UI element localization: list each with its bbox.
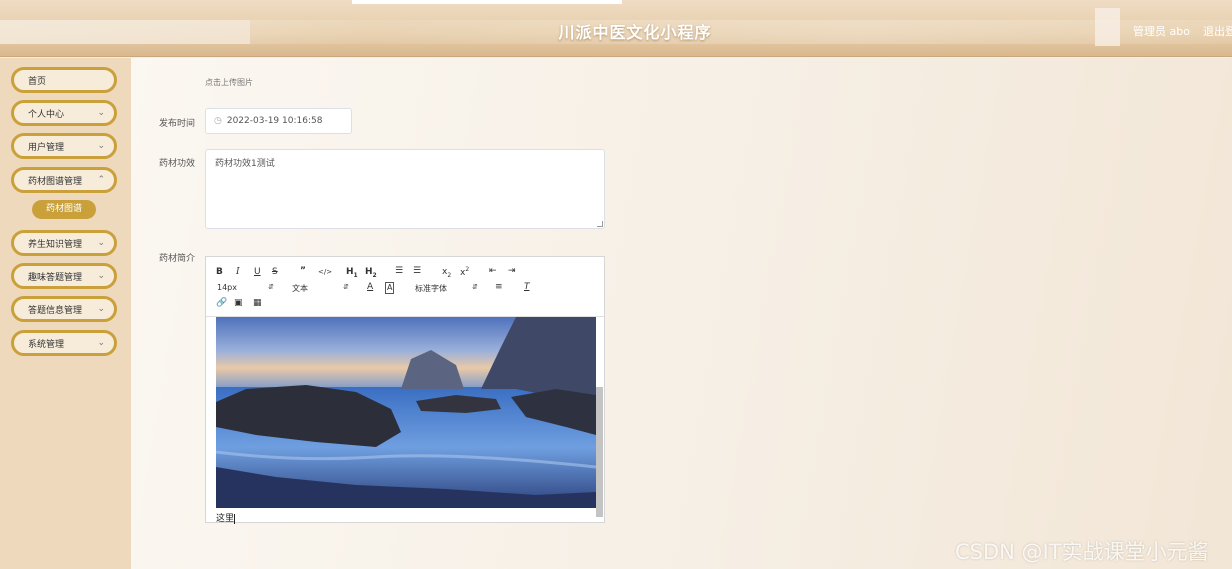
chevron-down-icon: ⌄: [97, 141, 105, 151]
efficacy-textarea[interactable]: 药材功效1测试: [205, 149, 605, 229]
text-caret: [234, 513, 236, 524]
sidebar-subitem-herb-atlas[interactable]: 药材图谱: [32, 200, 96, 219]
select-arrows-icon: ⇵: [268, 283, 274, 291]
sidebar-item-answer-info[interactable]: 答题信息管理 ⌄: [11, 296, 117, 322]
chevron-down-icon: ⌄: [97, 338, 105, 348]
image-icon[interactable]: ▣: [234, 298, 243, 308]
sidebar-item-system[interactable]: 系统管理 ⌄: [11, 330, 117, 356]
app-title: 川派中医文化小程序: [558, 23, 712, 42]
bullet-list-icon[interactable]: ☰: [413, 266, 421, 276]
upload-image-hint[interactable]: 点击上传图片: [205, 77, 253, 88]
sidebar-item-user-management[interactable]: 用户管理 ⌄: [11, 133, 117, 159]
underline-icon[interactable]: U: [254, 267, 261, 277]
intro-label: 药材简介: [159, 254, 196, 264]
font-family-select[interactable]: 标准字体 ⇵: [415, 283, 478, 294]
indent-icon[interactable]: ⇥: [508, 266, 516, 276]
logout-link[interactable]: 退出登: [1203, 23, 1232, 39]
sidebar-item-personal-center[interactable]: 个人中心 ⌄: [11, 100, 117, 126]
align-left-icon[interactable]: ≡: [495, 282, 503, 292]
bold-icon[interactable]: B: [216, 267, 223, 277]
background-color-icon[interactable]: A: [385, 282, 395, 294]
clear-format-icon[interactable]: T: [524, 282, 530, 292]
header-decoration-left: [0, 20, 250, 44]
sidebar-item-herb-atlas-management[interactable]: 药材图谱管理 ⌃: [11, 167, 117, 193]
select-arrows-icon: ⇵: [343, 283, 349, 291]
sidebar-item-health-knowledge[interactable]: 养生知识管理 ⌄: [11, 230, 117, 256]
clock-icon: ◷: [214, 116, 222, 126]
publish-time-input[interactable]: ◷ 2022-03-19 10:16:58: [205, 108, 352, 134]
font-size-select[interactable]: 14px ⇵: [217, 283, 274, 292]
blockquote-icon[interactable]: ”: [300, 266, 306, 276]
code-block-icon[interactable]: </>: [318, 267, 332, 277]
header-decoration-right: [1095, 8, 1120, 46]
editor-content-text[interactable]: 这里: [216, 511, 236, 524]
sidebar-item-label: 个人中心: [28, 109, 65, 120]
sidebar-item-label: 药材图谱管理: [28, 176, 83, 187]
sidebar-item-label: 养生知识管理: [28, 239, 83, 250]
sidebar-item-home[interactable]: 首页: [11, 67, 117, 93]
efficacy-label: 药材功效: [159, 159, 196, 169]
sidebar-item-label: 答题信息管理: [28, 305, 83, 316]
rich-text-editor[interactable]: B I U S ” </> H1 H2 ☰ ☰ x2 x2 ⇤ ⇥ 14px ⇵…: [205, 256, 605, 524]
chevron-down-icon: ⌄: [97, 304, 105, 314]
sidebar-item-label: 趣味答题管理: [28, 272, 83, 283]
ordered-list-icon[interactable]: ☰: [395, 266, 403, 276]
chevron-down-icon: ⌄: [97, 108, 105, 118]
chevron-down-icon: ⌄: [97, 238, 105, 248]
strikethrough-icon[interactable]: S: [272, 267, 278, 277]
seascape-drawing: [216, 317, 596, 508]
outdent-icon[interactable]: ⇤: [489, 266, 497, 276]
sidebar-item-label: 系统管理: [28, 339, 65, 350]
heading-1-icon[interactable]: H1: [346, 267, 358, 281]
editor-toolbar: B I U S ” </> H1 H2 ☰ ☰ x2 x2 ⇤ ⇥ 14px ⇵…: [206, 257, 604, 317]
subscript-icon[interactable]: x2: [442, 267, 451, 281]
font-color-icon[interactable]: A: [367, 282, 373, 292]
video-icon[interactable]: ▦: [253, 298, 262, 308]
editor-content-value: 这里: [216, 514, 235, 524]
editor-scrollbar[interactable]: [596, 387, 603, 517]
select-arrows-icon: ⇵: [472, 283, 478, 291]
inserted-landscape-image[interactable]: [216, 317, 596, 508]
heading-2-icon[interactable]: H2: [365, 267, 377, 281]
top-header: 川派中医文化小程序 管理员 abo 退出登: [0, 0, 1232, 57]
sidebar-item-label: 首页: [28, 76, 47, 87]
font-family-value: 标准字体: [415, 284, 447, 293]
chevron-down-icon: ⌄: [97, 271, 105, 281]
user-label: 管理员 abo: [1133, 25, 1190, 38]
superscript-icon[interactable]: x2: [460, 265, 469, 278]
font-size-value: 14px: [217, 283, 237, 292]
sidebar-item-quiz-management[interactable]: 趣味答题管理 ⌄: [11, 263, 117, 289]
publish-time-label: 发布时间: [159, 119, 196, 129]
csdn-watermark: CSDN @IT实战课堂小元酱: [955, 540, 1209, 564]
resize-handle-icon[interactable]: [597, 221, 603, 227]
header-top-strip: [352, 0, 622, 4]
text-type-value: 文本: [292, 284, 308, 293]
chevron-up-icon: ⌃: [97, 175, 105, 185]
text-type-select[interactable]: 文本 ⇵: [292, 283, 349, 294]
efficacy-value: 药材功效1测试: [215, 159, 275, 169]
italic-icon[interactable]: I: [236, 267, 240, 277]
publish-time-value: 2022-03-19 10:16:58: [226, 116, 323, 126]
link-icon[interactable]: 🔗: [216, 298, 227, 308]
sidebar-item-label: 用户管理: [28, 142, 65, 153]
